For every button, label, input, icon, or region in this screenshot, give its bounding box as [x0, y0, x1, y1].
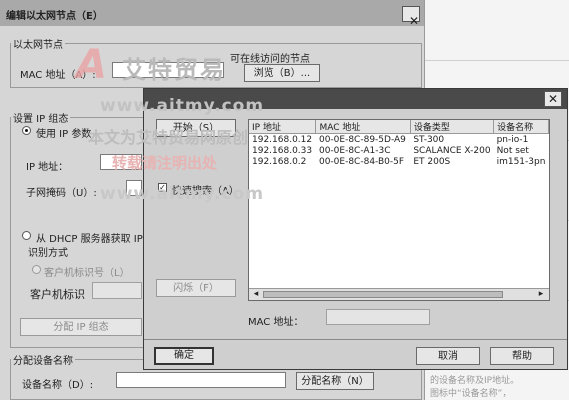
dhcp-label: 从 DHCP 服务器获取 IP	[36, 234, 143, 245]
cancel-button[interactable]: 取消	[416, 347, 480, 365]
doc-line: 图标中“设备名称”，	[430, 389, 512, 399]
assign-ip-config-button[interactable]: 分配 IP 组态	[20, 318, 142, 336]
watermark-url-2: www.aitmy.com	[100, 184, 265, 204]
close-icon: ✕	[409, 14, 420, 28]
device-name-label: 设备名称（D）:	[22, 380, 94, 391]
watermark-notice: 转载请注明出处	[112, 154, 218, 172]
column-header-mac[interactable]: MAC 地址	[315, 120, 411, 134]
scroll-left-icon[interactable]: ◂	[250, 289, 262, 300]
column-header-ip[interactable]: IP 地址	[249, 120, 317, 134]
help-button[interactable]: 帮助	[490, 347, 554, 365]
horizontal-scrollbar[interactable]: ◂ ▸	[249, 288, 549, 300]
client-id-input[interactable]	[92, 282, 142, 299]
outer-title-bar: 编辑以太网节点（E） ✕	[0, 0, 424, 28]
divider	[144, 339, 567, 340]
client-id-label: 客户机标识	[30, 288, 85, 301]
device-name-legend: 分配设备名称	[13, 356, 73, 367]
browse-button[interactable]: 浏览（B）...	[244, 64, 320, 82]
watermark-url: www.aitmy.com	[100, 96, 265, 116]
client-id-radio-label: 客户机标识号（L）	[44, 268, 130, 279]
cell-mac: 00-0E-8C-A1-3C	[318, 145, 391, 156]
use-ip-radio[interactable]	[22, 126, 31, 135]
cell-device-type: SCALANCE X-200	[413, 145, 491, 156]
accessible-nodes-label: 可在线访问的节点	[230, 54, 310, 65]
device-list[interactable]: IP 地址 MAC 地址 设备类型 设备名称 192.168.0.12 00-0…	[248, 119, 550, 301]
table-row[interactable]: 192.168.0.12 00-0E-8C-89-5D-A9 ST-300 pn…	[249, 134, 549, 146]
ip-address-label: IP 地址：	[26, 162, 69, 173]
assign-name-button[interactable]: 分配名称（N）	[296, 372, 374, 390]
cell-ip: 192.168.0.2	[252, 156, 307, 167]
cell-device-type: ET 200S	[413, 156, 451, 167]
device-table: IP 地址 MAC 地址 设备类型 设备名称 192.168.0.12 00-0…	[249, 120, 549, 167]
scroll-right-icon[interactable]: ▸	[535, 289, 547, 300]
cell-ip: 192.168.0.12	[252, 134, 313, 145]
identification-method-label: 识别方式	[28, 248, 68, 259]
scrollbar-thumb[interactable]	[263, 291, 503, 298]
subnet-mask-label: 子网掩码（U）:	[26, 188, 97, 199]
column-header-device-name[interactable]: 设备名称	[493, 120, 549, 134]
watermark-brand: 艾特贸易	[122, 56, 226, 84]
cell-mac: 00-0E-8C-89-5D-A9	[318, 134, 406, 145]
column-header-device-type[interactable]: 设备类型	[410, 120, 495, 134]
flash-button[interactable]: 闪烁（F）	[156, 279, 236, 297]
inner-mac-address-field	[326, 309, 430, 325]
inner-close-button[interactable]: ✕	[544, 91, 562, 107]
watermark-copyright: 本文为艾特贸易网原创	[88, 128, 249, 147]
cell-ip: 192.168.0.33	[252, 145, 313, 156]
watermark-logo-letter: A	[76, 42, 107, 88]
dhcp-radio[interactable]	[22, 231, 31, 240]
cell-mac: 00-0E-8C-84-B0-5F	[318, 156, 405, 167]
outer-dialog-title: 编辑以太网节点（E）	[6, 11, 103, 22]
table-row[interactable]: 192.168.0.2 00-0E-8C-84-B0-5F ET 200S im…	[249, 156, 549, 167]
cell-device-name: Not set	[496, 145, 529, 156]
table-row[interactable]: 192.168.0.33 00-0E-8C-A1-3C SCALANCE X-2…	[249, 145, 549, 156]
use-ip-label: 使用 IP 参数	[36, 129, 92, 140]
device-name-input[interactable]	[116, 372, 286, 388]
client-id-radio[interactable]	[32, 265, 41, 274]
outer-close-button[interactable]: ✕	[402, 6, 420, 28]
device-table-header: IP 地址 MAC 地址 设备类型 设备名称	[249, 120, 549, 134]
close-icon: ✕	[547, 92, 559, 106]
doc-line: 的设备名称及IP地址。	[430, 376, 520, 386]
ethernet-node-legend: 以太网节点	[13, 40, 63, 51]
cell-device-name: pn-io-1	[496, 134, 529, 145]
ip-config-legend: 设置 IP 组态	[13, 114, 69, 125]
cell-device-name: im151-3pn	[496, 156, 546, 167]
cell-device-type: ST-300	[413, 134, 445, 145]
ok-button[interactable]: 确定	[154, 347, 214, 365]
inner-mac-address-label: MAC 地址：	[248, 317, 304, 328]
